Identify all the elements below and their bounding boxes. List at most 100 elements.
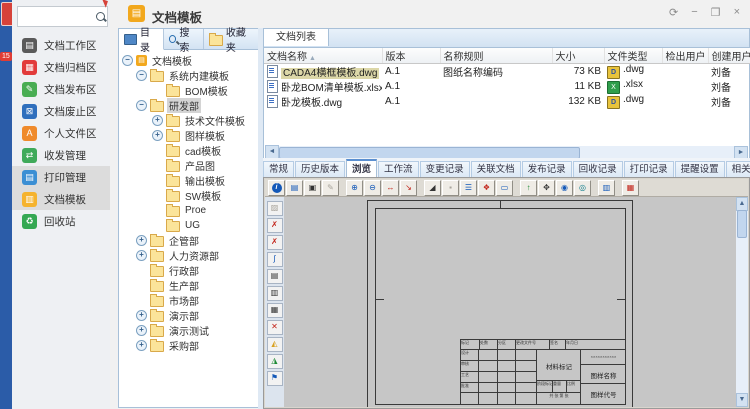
- vertical-scrollbar[interactable]: ▲ ▼: [736, 197, 748, 407]
- col-file-type[interactable]: 文件类型: [604, 48, 662, 64]
- tab-directory[interactable]: 目录: [119, 29, 164, 50]
- zoom-out-button[interactable]: ⊖: [364, 180, 381, 196]
- edit-button[interactable]: ✎: [322, 180, 339, 196]
- tree-node[interactable]: 图样模板: [152, 128, 257, 143]
- hatch1-button[interactable]: ▤: [267, 269, 283, 284]
- tree-node[interactable]: SW模板: [152, 188, 257, 203]
- redline-x-button[interactable]: ✗: [267, 218, 283, 233]
- tab-related-docs[interactable]: 关联文档: [471, 161, 521, 177]
- redline-button[interactable]: ▦: [622, 180, 639, 196]
- minimize-icon[interactable]: −: [691, 6, 697, 19]
- tree-node-root[interactable]: ▤文档模板: [122, 53, 257, 68]
- sidebar-item-send-receive[interactable]: ⇄ 收发管理: [12, 144, 110, 166]
- tree-node[interactable]: cad模板: [152, 143, 257, 158]
- tab-workflow[interactable]: 工作流: [378, 161, 419, 177]
- window-button[interactable]: ▭: [496, 180, 513, 196]
- tree-node[interactable]: 演示测试: [136, 323, 257, 338]
- sidebar-item-personal-files[interactable]: A 个人文件区: [12, 122, 110, 144]
- tree-node[interactable]: 人力资源部: [136, 248, 257, 263]
- measure-button[interactable]: ◢: [424, 180, 441, 196]
- expand-icon[interactable]: [136, 250, 147, 261]
- close-icon[interactable]: ×: [734, 6, 740, 19]
- tree-node[interactable]: 生产部: [136, 278, 257, 293]
- sidebar-item-doc-template[interactable]: ▥ 文档模板: [12, 188, 110, 210]
- tab-relevance[interactable]: 相关性: [726, 161, 750, 177]
- tab-reminder-settings[interactable]: 提醒设置: [675, 161, 725, 177]
- print-button[interactable]: ▣: [304, 180, 321, 196]
- tree-node[interactable]: 产品图: [152, 158, 257, 173]
- expand-icon[interactable]: [136, 235, 147, 246]
- table-row[interactable]: 卧龙BOM清单模板.xlsx A.1 11 KB X.xlsx 刘备 2020-…: [264, 79, 750, 94]
- horizontal-scrollbar[interactable]: ◄ ►: [265, 146, 748, 158]
- drawing-canvas[interactable]: 标记 处数 分区 更改文件号 签名 年月日 设计 审核 工艺 批准: [284, 197, 736, 407]
- tree-node[interactable]: 技术文件模板: [152, 113, 257, 128]
- search-button[interactable]: [90, 7, 107, 26]
- tree-node[interactable]: 输出模板: [152, 173, 257, 188]
- sidebar-item-doc-archive[interactable]: ▦ 文档归档区: [12, 56, 110, 78]
- tree-node[interactable]: UG: [152, 218, 257, 233]
- tree-node[interactable]: BOM模板: [152, 83, 257, 98]
- tree-node[interactable]: Proe: [152, 203, 257, 218]
- layers-button[interactable]: ☰: [460, 180, 477, 196]
- table-row[interactable]: CADA4横框模板.dwg A.1 图纸名称编码 73 KB D.dwg 刘备 …: [264, 64, 750, 80]
- tab-history-version[interactable]: 历史版本: [295, 161, 345, 177]
- info-button[interactable]: i: [268, 180, 285, 196]
- delete-button[interactable]: ✕: [267, 320, 283, 335]
- scroll-left-icon[interactable]: ◄: [265, 145, 279, 159]
- redline-x2-button[interactable]: ✗: [267, 235, 283, 250]
- refresh-icon[interactable]: ⟳: [669, 6, 678, 19]
- hatch2-button[interactable]: ▥: [267, 286, 283, 301]
- sidebar-item-recycle-bin[interactable]: ♻ 回收站: [12, 210, 110, 232]
- flag-button[interactable]: ⚑: [267, 371, 283, 386]
- tree-node-selected[interactable]: 研发部: [136, 98, 257, 113]
- table-row[interactable]: 卧龙模板.dwg A.1 132 KB D.dwg 刘备 2020-03-18: [264, 94, 750, 109]
- scroll-up-icon[interactable]: ▲: [736, 197, 748, 211]
- expand-icon[interactable]: [152, 130, 163, 141]
- pan-button[interactable]: ✥: [538, 180, 555, 196]
- col-create-user[interactable]: 创建用户: [708, 48, 750, 64]
- tab-publish-record[interactable]: 发布记录: [522, 161, 572, 177]
- angle-button[interactable]: ◮: [267, 354, 283, 369]
- point-button[interactable]: ▪: [442, 180, 459, 196]
- collapse-icon[interactable]: [136, 70, 147, 81]
- tree-node[interactable]: 市场部: [136, 293, 257, 308]
- expand-icon[interactable]: [136, 340, 147, 351]
- tab-document-list[interactable]: 文档列表: [264, 29, 329, 46]
- rotate-up-button[interactable]: ↑: [520, 180, 537, 196]
- tab-browse[interactable]: 浏览: [346, 159, 377, 178]
- tree-node[interactable]: 演示部: [136, 308, 257, 323]
- hatch3-button[interactable]: ▦: [267, 303, 283, 318]
- preview-button[interactable]: ▤: [286, 180, 303, 196]
- collapse-icon[interactable]: [136, 100, 147, 111]
- sidebar-item-doc-workspace[interactable]: ▤ 文档工作区: [12, 34, 110, 56]
- col-doc-name[interactable]: 文档名称▲: [264, 48, 382, 64]
- collapse-icon[interactable]: [122, 55, 133, 66]
- tree-node[interactable]: 企管部: [136, 233, 257, 248]
- col-name-rule[interactable]: 名称规则: [440, 48, 552, 64]
- search-input[interactable]: [18, 7, 90, 26]
- panel-button[interactable]: ▥: [598, 180, 615, 196]
- expand-icon[interactable]: [136, 325, 147, 336]
- restore-icon[interactable]: ❐: [711, 6, 721, 19]
- col-version[interactable]: 版本: [382, 48, 440, 64]
- hook-button[interactable]: ∫: [267, 252, 283, 267]
- scroll-down-icon[interactable]: ▼: [736, 393, 748, 407]
- tree-node[interactable]: 行政部: [136, 263, 257, 278]
- blocks-button[interactable]: ❖: [478, 180, 495, 196]
- fit-corner-button[interactable]: ↘: [400, 180, 417, 196]
- tab-favorites[interactable]: 收藏夹: [204, 29, 259, 49]
- sidebar-item-doc-publish[interactable]: ✎ 文档发布区: [12, 78, 110, 100]
- tab-change-record[interactable]: 变更记录: [420, 161, 470, 177]
- tab-search[interactable]: 搜索: [164, 29, 204, 49]
- tab-print-record[interactable]: 打印记录: [624, 161, 674, 177]
- seal-button[interactable]: ▨: [267, 201, 283, 216]
- zoom-window-button[interactable]: ◉: [556, 180, 573, 196]
- sidebar-item-doc-obsolete[interactable]: ⊠ 文档废止区: [12, 100, 110, 122]
- expand-icon[interactable]: [136, 310, 147, 321]
- zoom-in-button[interactable]: ⊕: [346, 180, 363, 196]
- triangle-button[interactable]: ◭: [267, 337, 283, 352]
- col-size[interactable]: 大小: [552, 48, 604, 64]
- zoom-extents-button[interactable]: ◎: [574, 180, 591, 196]
- col-checkout-user[interactable]: 检出用户: [662, 48, 708, 64]
- scrollbar-thumb[interactable]: [737, 210, 747, 238]
